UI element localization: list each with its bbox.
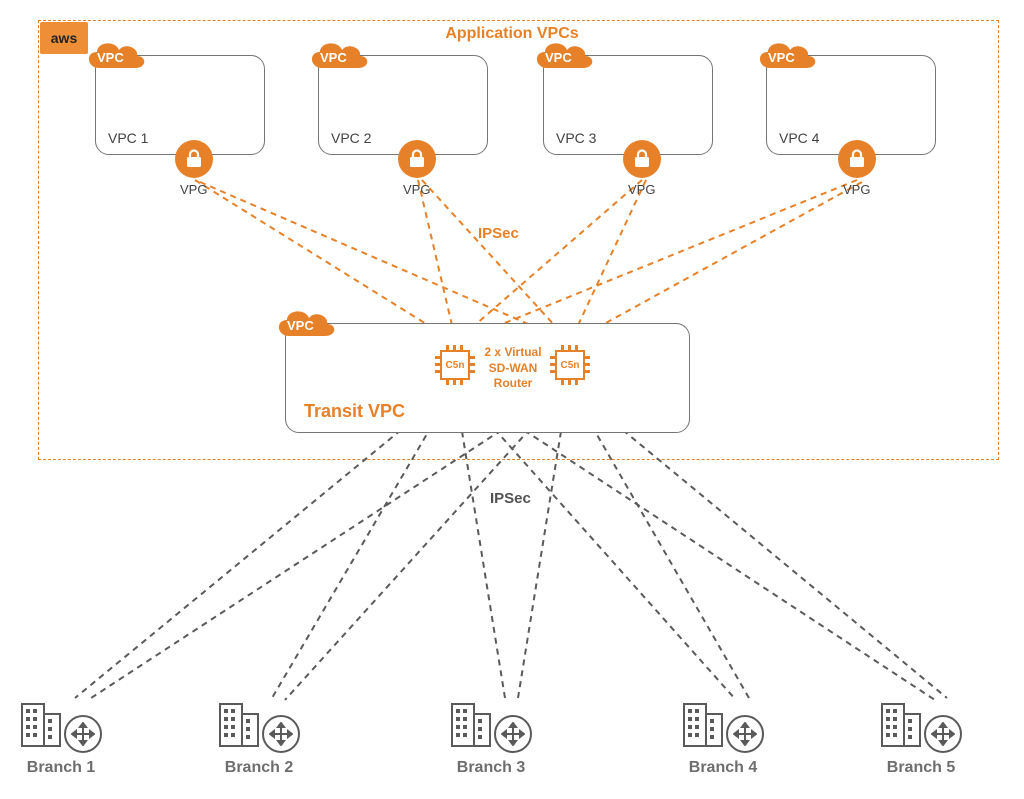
vpc-label: VPC 1: [108, 130, 148, 146]
router-icon: [924, 715, 962, 753]
vpg-icon: [623, 140, 661, 178]
branch-3: Branch 3: [450, 698, 532, 777]
vpc-cloud-icon: VPC: [529, 38, 597, 76]
branch-1: Branch 1: [20, 698, 102, 777]
vpc-label: VPC 2: [331, 130, 371, 146]
vpc-cloud-icon: VPC: [752, 38, 820, 76]
router-label: 2 x Virtual SD-WAN Router: [478, 345, 548, 392]
vpg-icon: [175, 140, 213, 178]
building-icon: [450, 698, 492, 753]
c5n-chip-right: C5n: [550, 345, 590, 385]
vpc-label: VPC 4: [779, 130, 819, 146]
vpg-label: VPG: [403, 182, 430, 197]
section-title: Application VPCs: [445, 25, 578, 43]
router-icon: [726, 715, 764, 753]
vpg-label: VPG: [180, 182, 207, 197]
branch-label: Branch 4: [682, 759, 764, 777]
branch-label: Branch 1: [20, 759, 102, 777]
transit-label: Transit VPC: [304, 401, 405, 422]
vpc-cloud-icon: VPC: [304, 38, 372, 76]
vpc-cloud-icon: VPC: [81, 38, 149, 76]
building-icon: [218, 698, 260, 753]
building-icon: [20, 698, 62, 753]
ipsec-label-bottom: IPSec: [490, 490, 531, 507]
vpg-icon: [398, 140, 436, 178]
vpg-label: VPG: [843, 182, 870, 197]
ipsec-label-top: IPSec: [478, 225, 519, 242]
vpc-cloud-icon: VPC: [271, 306, 339, 344]
aws-logo: aws: [40, 22, 88, 54]
building-icon: [682, 698, 724, 753]
vpc-label: VPC 3: [556, 130, 596, 146]
building-icon: [880, 698, 922, 753]
vpg-icon: [838, 140, 876, 178]
branch-2: Branch 2: [218, 698, 300, 777]
c5n-chip-left: C5n: [435, 345, 475, 385]
router-icon: [262, 715, 300, 753]
branch-label: Branch 3: [450, 759, 532, 777]
vpg-label: VPG: [628, 182, 655, 197]
branch-label: Branch 5: [880, 759, 962, 777]
branch-label: Branch 2: [218, 759, 300, 777]
vpc-box-3: VPC VPC 3: [543, 55, 713, 155]
branch-4: Branch 4: [682, 698, 764, 777]
vpc-box-2: VPC VPC 2: [318, 55, 488, 155]
branch-5: Branch 5: [880, 698, 962, 777]
router-icon: [64, 715, 102, 753]
vpc-box-1: VPC VPC 1: [95, 55, 265, 155]
router-icon: [494, 715, 532, 753]
